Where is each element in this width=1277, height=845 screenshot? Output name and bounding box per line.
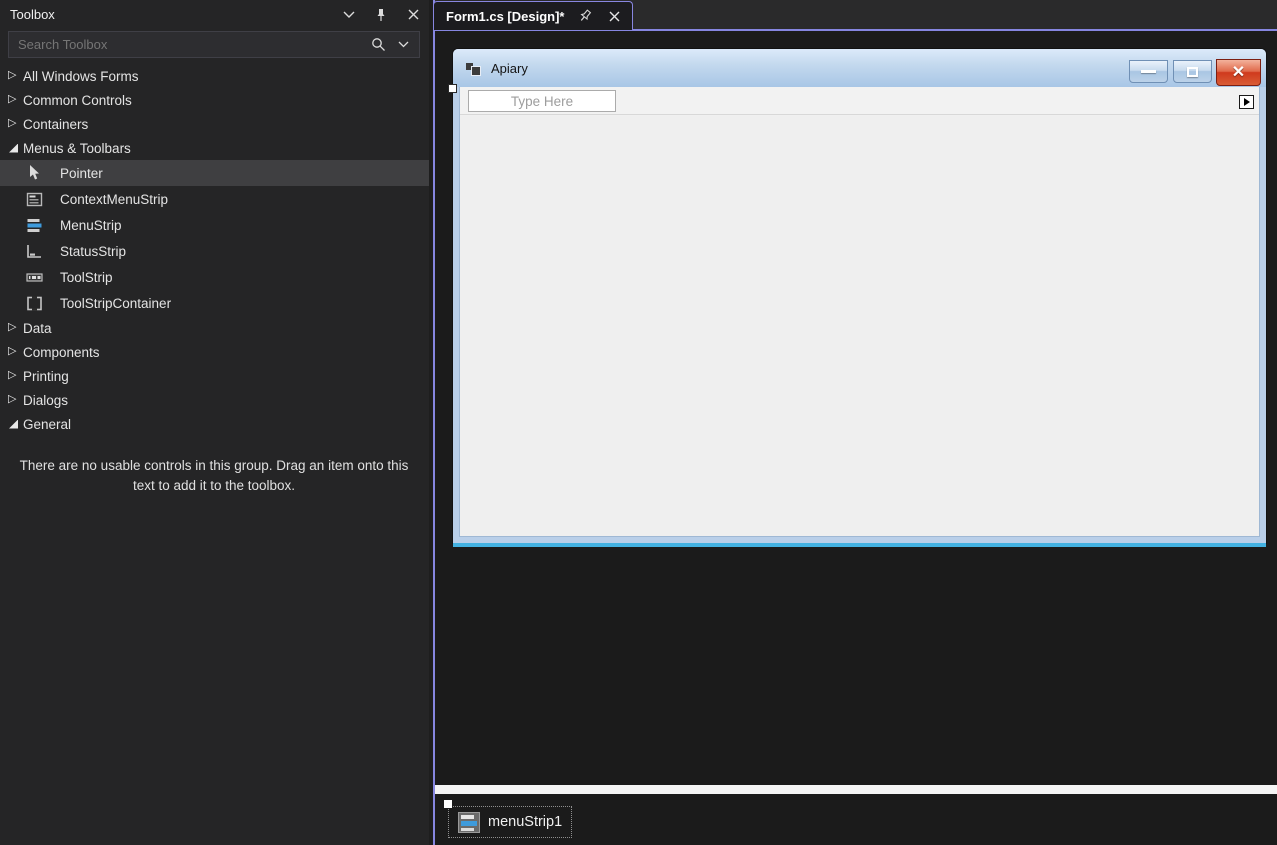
tree-collapsed-icon[interactable]	[8, 116, 19, 130]
toolbox-item-pointer[interactable]: Pointer	[0, 160, 429, 186]
toolbox-title: Toolbox	[10, 7, 55, 22]
close-icon: ✕	[1231, 63, 1246, 81]
toolbox-row-label: ToolStripContainer	[60, 295, 172, 311]
toolbox-panel: Toolbox All Windows Forms Common Controls…	[0, 0, 429, 845]
form-client-area[interactable]	[460, 116, 1259, 536]
toolbox-row-label: Dialogs	[23, 392, 69, 408]
type-here-placeholder: Type Here	[510, 93, 574, 109]
toolbox-row-label: ContextMenuStrip	[60, 191, 169, 207]
tree-collapsed-icon[interactable]	[8, 320, 19, 334]
toolbox-category-general[interactable]: General	[0, 412, 429, 436]
toolbox-tree: All Windows Forms Common Controls Containe…	[0, 64, 429, 436]
toolbox-row-label: Data	[23, 320, 52, 336]
toolbox-item-toolstripcontainer[interactable]: ToolStripContainer	[0, 290, 429, 316]
toolbox-row-label: ToolStrip	[60, 269, 113, 285]
toolbox-category-containers[interactable]: Containers	[0, 112, 429, 136]
toolbox-item-contextmenustrip[interactable]: ContextMenuStrip	[0, 186, 429, 212]
smart-tag-arrow-icon[interactable]	[1239, 95, 1254, 109]
maximize-icon	[1187, 66, 1198, 77]
toolbox-category-dialogs[interactable]: Dialogs	[0, 388, 429, 412]
toolbox-item-statusstrip[interactable]: StatusStrip	[0, 238, 429, 264]
toolbox-row-label: Menus & Toolbars	[23, 140, 131, 156]
toolbox-category-data[interactable]: Data	[0, 316, 429, 340]
search-options-chevron-icon[interactable]	[398, 41, 409, 48]
design-form-window[interactable]: Apiary ✕ Type Here	[453, 49, 1266, 543]
toolbox-category-menus-toolbars[interactable]: Menus & Toolbars	[0, 136, 429, 160]
tab-form1-design[interactable]: Form1.cs [Design]*	[433, 1, 634, 30]
tree-collapsed-icon[interactable]	[8, 368, 19, 382]
toolbox-item-toolstrip[interactable]: ToolStrip	[0, 264, 429, 290]
search-input[interactable]	[9, 37, 371, 52]
menustrip-icon	[26, 217, 43, 234]
form-bottom-edge-highlight	[453, 543, 1266, 547]
tree-collapsed-icon[interactable]	[8, 68, 19, 82]
tray-selection-handle	[444, 800, 452, 808]
menustrip-icon	[458, 811, 480, 833]
toolstrip-icon	[26, 269, 43, 286]
menustrip-control[interactable]: Type Here	[460, 87, 1259, 115]
toolbox-row-label: All Windows Forms	[23, 68, 139, 84]
pointer-icon	[26, 165, 43, 182]
toolbox-category-all-windows-forms[interactable]: All Windows Forms	[0, 64, 429, 88]
pin-icon[interactable]	[577, 8, 593, 24]
selection-grab-handle[interactable]	[448, 84, 457, 93]
tree-collapsed-icon[interactable]	[8, 392, 19, 406]
search-icon[interactable]	[371, 37, 386, 52]
toolbox-row-label: Containers	[23, 116, 89, 132]
toolbox-row-label: Pointer	[60, 165, 103, 181]
toolbox-header: Toolbox	[0, 0, 429, 29]
tree-collapsed-icon[interactable]	[8, 92, 19, 106]
tab-label: Form1.cs [Design]*	[446, 8, 565, 24]
tray-item-label: menuStrip1	[488, 814, 563, 830]
form-icon	[466, 60, 483, 77]
form-title: Apiary	[491, 60, 528, 76]
contextmenustrip-icon	[26, 191, 43, 208]
window-menu-chevron-icon[interactable]	[341, 7, 357, 23]
minimize-button[interactable]	[1129, 60, 1168, 83]
toolbox-row-label: StatusStrip	[60, 243, 127, 259]
toolbox-empty-group-message: There are no usable controls in this gro…	[19, 458, 409, 493]
close-button[interactable]: ✕	[1216, 59, 1261, 86]
tree-expanded-icon[interactable]	[8, 419, 19, 430]
toolbox-row-label: Printing	[23, 368, 69, 384]
maximize-button[interactable]	[1173, 60, 1212, 83]
component-tray-splitter[interactable]	[435, 785, 1277, 794]
toolstripcontainer-icon	[26, 295, 43, 312]
toolbox-row-label: MenuStrip	[60, 217, 122, 233]
toolbox-category-components[interactable]: Components	[0, 340, 429, 364]
pin-icon[interactable]	[373, 7, 389, 23]
statusstrip-icon	[26, 243, 43, 260]
panel-divider[interactable]	[433, 0, 435, 845]
close-icon[interactable]	[606, 8, 622, 24]
toolbox-row-label: General	[23, 416, 72, 432]
tree-collapsed-icon[interactable]	[8, 344, 19, 358]
toolbox-item-menustrip[interactable]: MenuStrip	[0, 212, 429, 238]
form-titlebar[interactable]: Apiary ✕	[453, 49, 1266, 87]
toolbox-row-label: Common Controls	[23, 92, 132, 108]
toolbox-row-label: Components	[23, 344, 100, 360]
close-icon[interactable]	[405, 7, 421, 23]
form-body: Type Here	[459, 87, 1260, 537]
toolbox-category-printing[interactable]: Printing	[0, 364, 429, 388]
tray-item-menustrip1[interactable]: menuStrip1	[448, 806, 572, 838]
toolbox-search-box[interactable]	[8, 31, 420, 58]
menu-type-here-box[interactable]: Type Here	[468, 90, 616, 112]
toolbox-category-common-controls[interactable]: Common Controls	[0, 88, 429, 112]
minimize-icon	[1141, 70, 1156, 73]
tree-expanded-icon[interactable]	[8, 143, 19, 154]
